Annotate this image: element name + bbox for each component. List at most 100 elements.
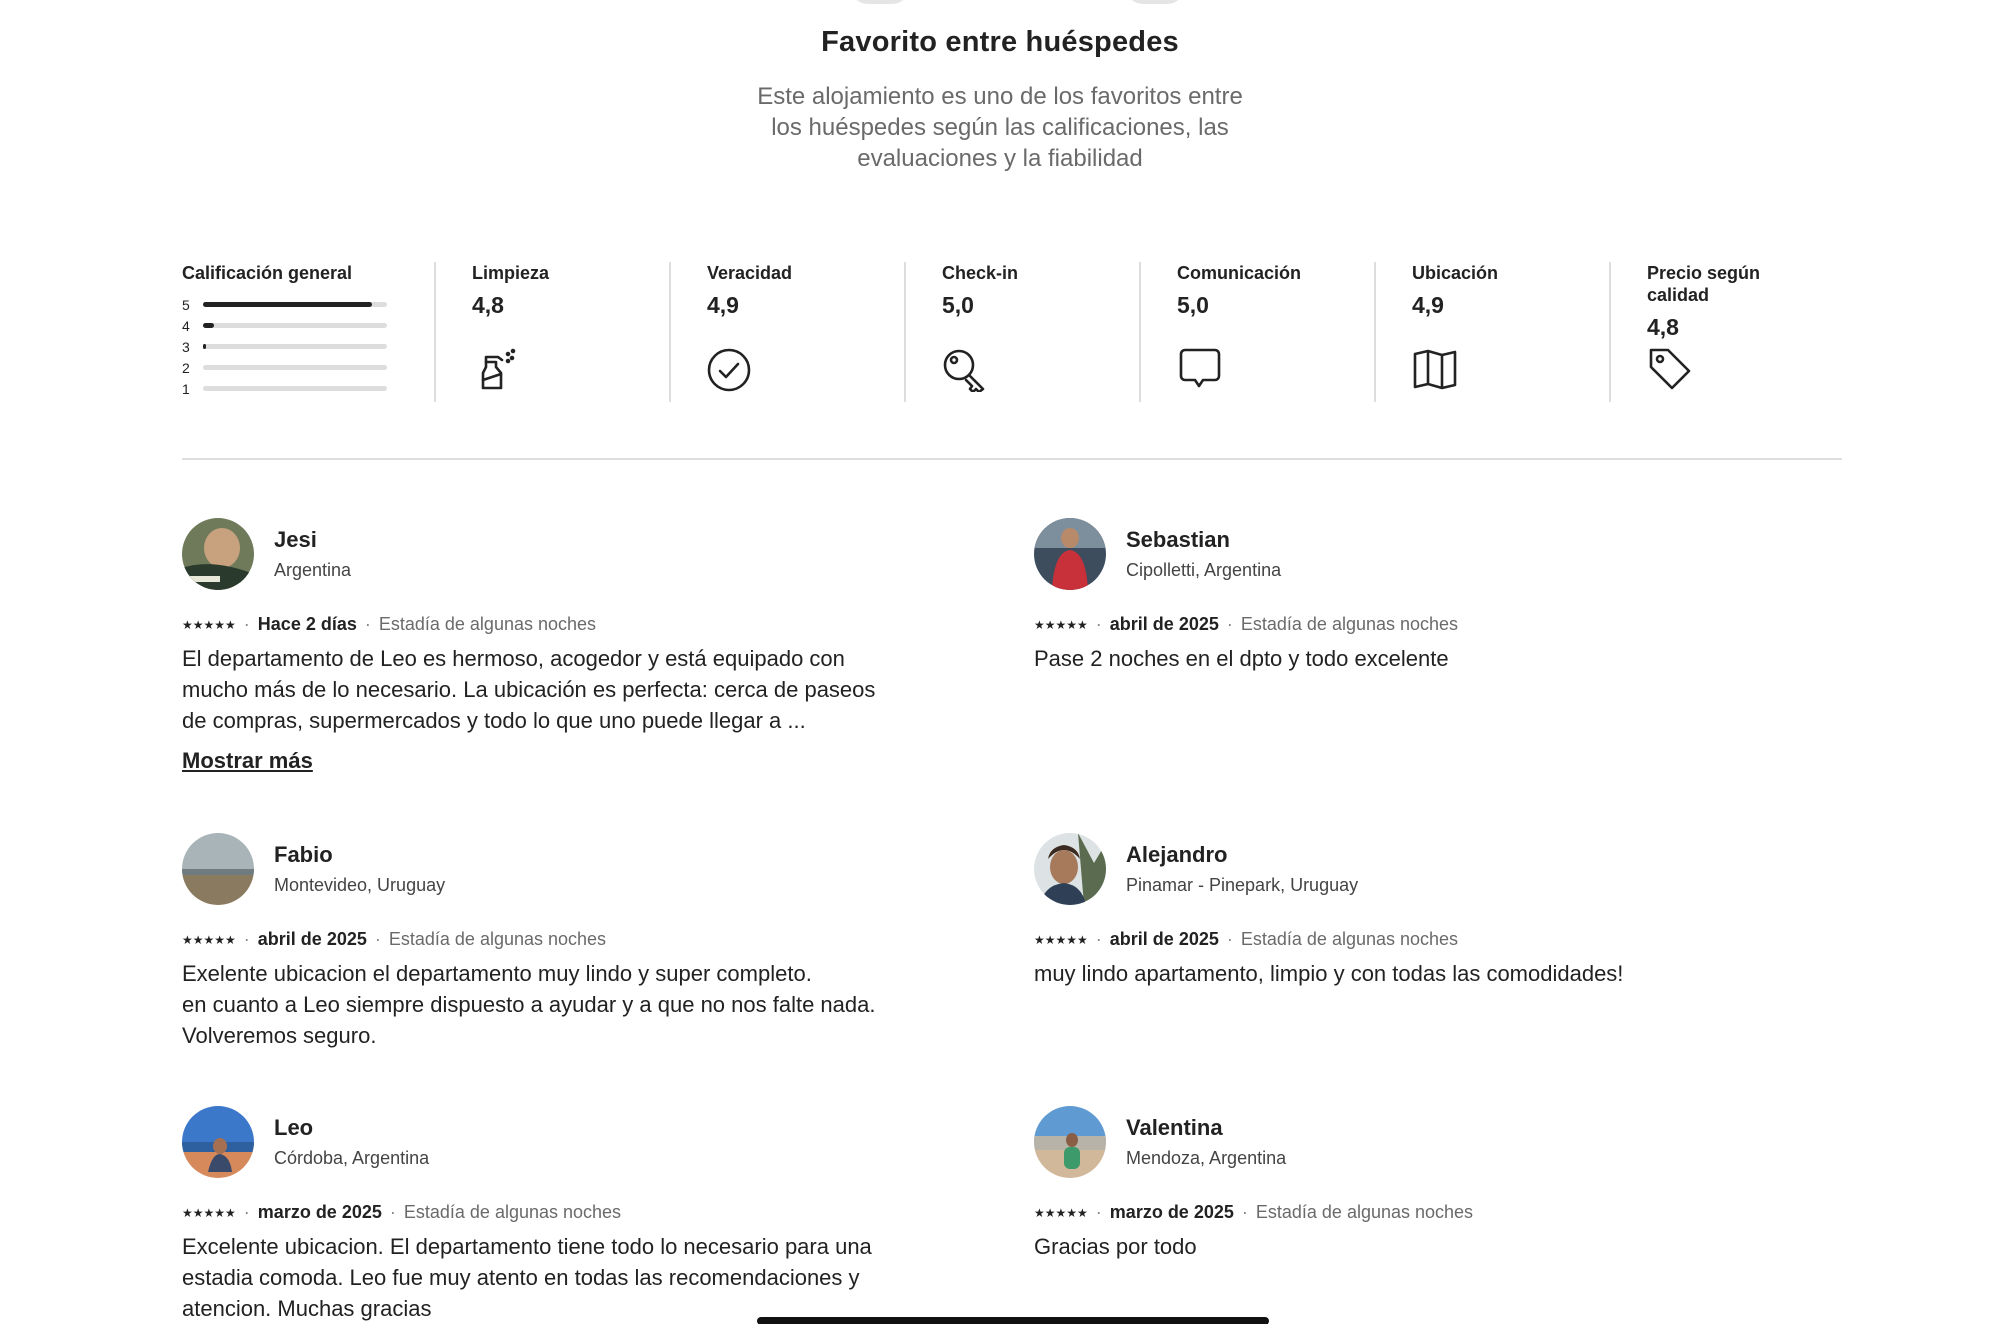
stay-type: Estadía de algunas noches: [1240, 929, 1459, 949]
reviewer-name[interactable]: Fabio: [274, 842, 445, 868]
avatar[interactable]: [182, 833, 254, 905]
category-label: Ubicación: [1412, 263, 1499, 283]
category-score: 4,8: [1647, 314, 1679, 340]
separator: ·: [1226, 929, 1233, 949]
review-card: Leo Córdoba, Argentina ★★★★★ · marzo de …: [182, 1106, 882, 1324]
review-card: Valentina Mendoza, Argentina ★★★★★ · mar…: [1034, 1106, 1734, 1262]
laurel-right-icon: [1125, 0, 1185, 4]
review-meta: ★★★★★ · abril de 2025 · Estadía de algun…: [1034, 929, 1734, 950]
category-label: Comunicación: [1177, 263, 1302, 283]
spray-bottle-icon: [472, 346, 518, 392]
separator: ·: [1226, 614, 1233, 634]
reviewer-info: Sebastian Cipolletti, Argentina: [1126, 527, 1281, 581]
rating-bar-label: 4: [182, 317, 190, 334]
stay-type: Estadía de algunas noches: [388, 929, 607, 949]
guest-favorite-title: Favorito entre huéspedes: [821, 26, 1179, 58]
review-meta: ★★★★★ · marzo de 2025 · Estadía de algun…: [1034, 1202, 1734, 1223]
category-label: Check-in: [942, 263, 1019, 283]
rating-bar-label: 5: [182, 296, 190, 313]
review-meta: ★★★★★ · abril de 2025 · Estadía de algun…: [182, 929, 882, 950]
rating-bar-track: [203, 323, 387, 328]
category-label: Limpieza: [472, 263, 550, 283]
separator: ·: [243, 1202, 250, 1222]
reviewer-name[interactable]: Jesi: [274, 527, 351, 553]
stay-type: Estadía de algunas noches: [1240, 614, 1459, 634]
overall-rating: Calificación general 5 4 3 2 1: [182, 262, 434, 402]
reviewer-name[interactable]: Alejandro: [1126, 842, 1358, 868]
reviewer-name[interactable]: Valentina: [1126, 1115, 1286, 1141]
avatar[interactable]: [182, 518, 254, 590]
review-card: Fabio Montevideo, Uruguay ★★★★★ · abril …: [182, 833, 882, 1051]
rating-bar-fill: [203, 302, 373, 307]
star-rating-icon: ★★★★★: [1034, 1205, 1088, 1220]
rating-accuracy: Veracidad 4,9: [669, 262, 904, 402]
home-indicator[interactable]: [757, 1317, 1269, 1324]
review-date: abril de 2025: [1109, 614, 1219, 634]
review-meta: ★★★★★ · abril de 2025 · Estadía de algun…: [1034, 614, 1734, 635]
reviewer-info: Leo Córdoba, Argentina: [274, 1115, 429, 1169]
rating-checkin: Check-in 5,0: [904, 262, 1139, 402]
separator: ·: [1241, 1202, 1248, 1222]
laurel-decoration: [0, 0, 2000, 6]
laurel-left-icon: [850, 0, 910, 4]
review-header: Sebastian Cipolletti, Argentina: [1034, 518, 1734, 590]
review-card: Alejandro Pinamar - Pinepark, Uruguay ★★…: [1034, 833, 1734, 989]
review-text: muy lindo apartamento, limpio y con toda…: [1034, 961, 1624, 986]
review-card: Jesi Argentina ★★★★★ · Hace 2 días · Est…: [182, 518, 882, 774]
rating-bar-track: [203, 365, 387, 370]
star-rating-icon: ★★★★★: [182, 617, 236, 632]
stay-type: Estadía de algunas noches: [1255, 1202, 1474, 1222]
reviewer-info: Valentina Mendoza, Argentina: [1126, 1115, 1286, 1169]
avatar[interactable]: [182, 1106, 254, 1178]
separator: ·: [364, 614, 371, 634]
separator: ·: [243, 614, 250, 634]
price-tag-icon: [1647, 346, 1693, 392]
review-header: Jesi Argentina: [182, 518, 882, 590]
rating-bar-label: 1: [182, 380, 190, 397]
review-meta: ★★★★★ · marzo de 2025 · Estadía de algun…: [182, 1202, 882, 1223]
separator: ·: [243, 929, 250, 949]
review-text: Pase 2 noches en el dpto y todo excelent…: [1034, 646, 1449, 671]
show-more-link[interactable]: Mostrar más: [182, 748, 313, 774]
key-icon: [942, 346, 988, 394]
star-rating-icon: ★★★★★: [182, 932, 236, 947]
reviewer-name[interactable]: Sebastian: [1126, 527, 1281, 553]
separator: ·: [1095, 1202, 1102, 1222]
star-rating-icon: ★★★★★: [1034, 932, 1088, 947]
rating-bar-track: [203, 344, 387, 349]
review-meta: ★★★★★ · Hace 2 días · Estadía de algunas…: [182, 614, 882, 635]
rating-location: Ubicación 4,9: [1374, 262, 1609, 402]
review-date: abril de 2025: [1109, 929, 1219, 949]
review-header: Leo Córdoba, Argentina: [182, 1106, 882, 1178]
review-text: El departamento de Leo es hermoso, acoge…: [182, 646, 876, 733]
rating-bar-row: 5: [182, 294, 388, 315]
avatar[interactable]: [1034, 1106, 1106, 1178]
review-date: marzo de 2025: [257, 1202, 382, 1222]
reviewer-info: Jesi Argentina: [274, 527, 351, 581]
rating-value: Precio según calidad 4,8: [1609, 262, 1809, 402]
reviewer-name[interactable]: Leo: [274, 1115, 429, 1141]
separator: ·: [374, 929, 381, 949]
star-rating-icon: ★★★★★: [1034, 617, 1088, 632]
section-divider: [182, 458, 1842, 460]
reviewer-location: Pinamar - Pinepark, Uruguay: [1126, 875, 1359, 895]
review-text: Excelente ubicacion. El departamento tie…: [182, 1234, 872, 1321]
guest-favorite-banner: Favorito entre huéspedes Este alojamient…: [0, 26, 2000, 174]
avatar[interactable]: [1034, 518, 1106, 590]
rating-communication: Comunicación 5,0: [1139, 262, 1374, 402]
rating-bar-row: 1: [182, 378, 388, 399]
review-header: Alejandro Pinamar - Pinepark, Uruguay: [1034, 833, 1734, 905]
review-header: Valentina Mendoza, Argentina: [1034, 1106, 1734, 1178]
reviewer-location: Argentina: [274, 560, 352, 580]
map-icon: [1412, 346, 1458, 392]
rating-bar-row: 4: [182, 315, 388, 336]
category-score: 5,0: [942, 292, 974, 318]
separator: ·: [1095, 614, 1102, 634]
rating-bar-label: 2: [182, 359, 190, 376]
rating-bar-fill: [203, 323, 215, 328]
chat-bubble-icon: [1177, 346, 1223, 392]
stay-type: Estadía de algunas noches: [403, 1202, 622, 1222]
avatar[interactable]: [1034, 833, 1106, 905]
reviewer-location: Cipolletti, Argentina: [1126, 560, 1282, 580]
separator: ·: [1095, 929, 1102, 949]
